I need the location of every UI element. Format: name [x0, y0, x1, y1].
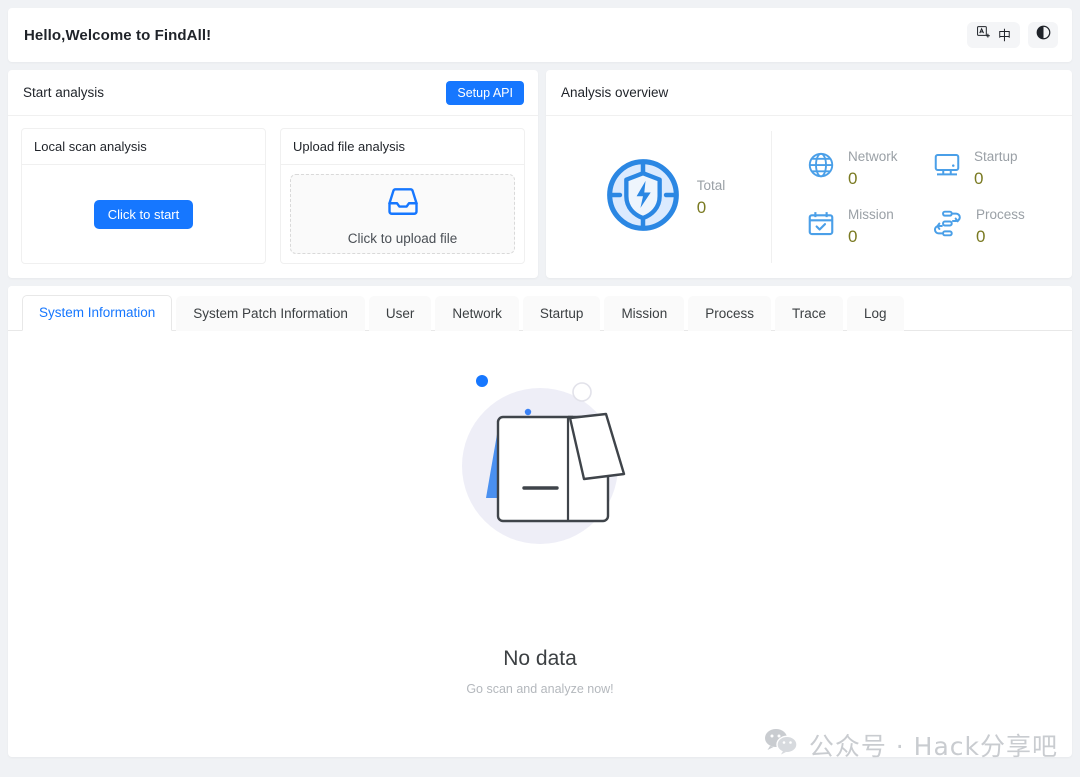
theme-toggle-button[interactable] — [1028, 22, 1058, 48]
total-stat: Total 0 — [556, 131, 772, 263]
stat-mission-label: Mission — [848, 207, 894, 222]
tab-network[interactable]: Network — [435, 296, 519, 331]
translate-icon — [976, 25, 991, 45]
start-analysis-panel: Start analysis Setup API Local scan anal… — [8, 70, 538, 278]
stat-startup-text: Startup 0 — [974, 147, 1018, 189]
page-title: Hello,Welcome to FindAll! — [24, 26, 212, 44]
tab-startup[interactable]: Startup — [522, 296, 601, 331]
upload-file-body: Click to upload file — [281, 165, 524, 263]
total-value: 0 — [696, 197, 707, 217]
stat-mission-value: 0 — [848, 226, 858, 246]
stat-network-text: Network 0 — [848, 147, 898, 189]
shield-bolt-target-icon — [602, 154, 684, 241]
stat-network: Network 0 — [806, 147, 922, 189]
upload-file-card: Upload file analysis Click to upload fil… — [280, 128, 525, 264]
start-analysis-body: Local scan analysis Click to start Uploa… — [8, 116, 538, 278]
half-moon-icon — [1036, 25, 1051, 45]
stat-startup: Startup 0 — [932, 147, 1048, 189]
tab-log[interactable]: Log — [847, 296, 904, 331]
analysis-overview-header: Analysis overview — [546, 70, 1072, 116]
setup-api-button[interactable]: Setup API — [446, 80, 524, 105]
results-tabs: System Information System Patch Informat… — [8, 286, 1072, 331]
start-analysis-header: Start analysis Setup API — [8, 70, 538, 116]
stat-network-label: Network — [848, 148, 898, 164]
stat-process-label: Process — [976, 207, 1025, 222]
calendar-check-icon — [806, 209, 836, 244]
empty-state-subtitle: Go scan and analyze now! — [466, 682, 614, 696]
stat-mission-text: Mission 0 — [848, 205, 894, 247]
stat-mission: Mission 0 — [806, 205, 922, 247]
empty-state: No data Go scan and analyze now! — [8, 331, 1072, 757]
language-switcher[interactable]: 中 — [966, 22, 1020, 48]
stat-network-value: 0 — [848, 168, 858, 188]
overview-stats-grid: Network 0 Startup 0 Mission 0 Process 0 — [772, 147, 1062, 247]
wechat-icon — [764, 728, 798, 762]
tab-system-patch-information[interactable]: System Patch Information — [176, 296, 365, 331]
local-scan-title: Local scan analysis — [22, 129, 265, 165]
language-label: 中 — [997, 27, 1011, 43]
monitor-icon — [932, 150, 962, 185]
app-root: Hello,Welcome to FindAll! 中 Start analys… — [0, 0, 1080, 777]
app-header: Hello,Welcome to FindAll! 中 — [8, 8, 1072, 62]
tab-user[interactable]: User — [368, 296, 432, 331]
start-analysis-title: Start analysis — [23, 85, 105, 100]
top-panels: Start analysis Setup API Local scan anal… — [8, 70, 1072, 278]
process-flow-icon — [932, 208, 964, 245]
total-text: Total 0 — [697, 176, 726, 218]
open-box-icon — [428, 368, 653, 573]
watermark-text: 公众号 · Hack分享吧 — [808, 732, 1058, 761]
local-scan-body: Click to start — [22, 165, 265, 263]
total-label: Total — [696, 177, 726, 193]
results-panel: System Information System Patch Informat… — [8, 286, 1072, 757]
inbox-tray-icon — [385, 183, 421, 224]
local-scan-card: Local scan analysis Click to start — [21, 128, 266, 264]
tab-process[interactable]: Process — [688, 296, 771, 331]
stat-startup-label: Startup — [974, 148, 1018, 164]
stat-process-text: Process 0 — [976, 205, 1025, 247]
stat-startup-value: 0 — [974, 168, 984, 188]
tab-system-information[interactable]: System Information — [22, 295, 173, 331]
analysis-overview-body: Total 0 Network 0 Startup 0 Mission 0 Pr… — [546, 116, 1072, 278]
watermark: 公众号 · Hack分享吧 — [764, 727, 1058, 763]
header-toolbar: 中 — [966, 22, 1058, 48]
tab-trace[interactable]: Trace — [774, 296, 843, 331]
analysis-overview-title: Analysis overview — [561, 85, 669, 100]
dropzone-label: Click to upload file — [347, 230, 458, 246]
upload-file-title: Upload file analysis — [281, 129, 524, 165]
tab-mission[interactable]: Mission — [604, 296, 685, 331]
empty-state-title: No data — [503, 647, 577, 670]
stat-process-value: 0 — [976, 226, 986, 246]
analysis-overview-panel: Analysis overview Total 0 Network 0 Star… — [546, 70, 1072, 278]
file-dropzone[interactable]: Click to upload file — [290, 174, 515, 254]
stat-process: Process 0 — [932, 205, 1048, 247]
click-to-start-button[interactable]: Click to start — [93, 199, 194, 229]
globe-icon — [806, 150, 836, 185]
